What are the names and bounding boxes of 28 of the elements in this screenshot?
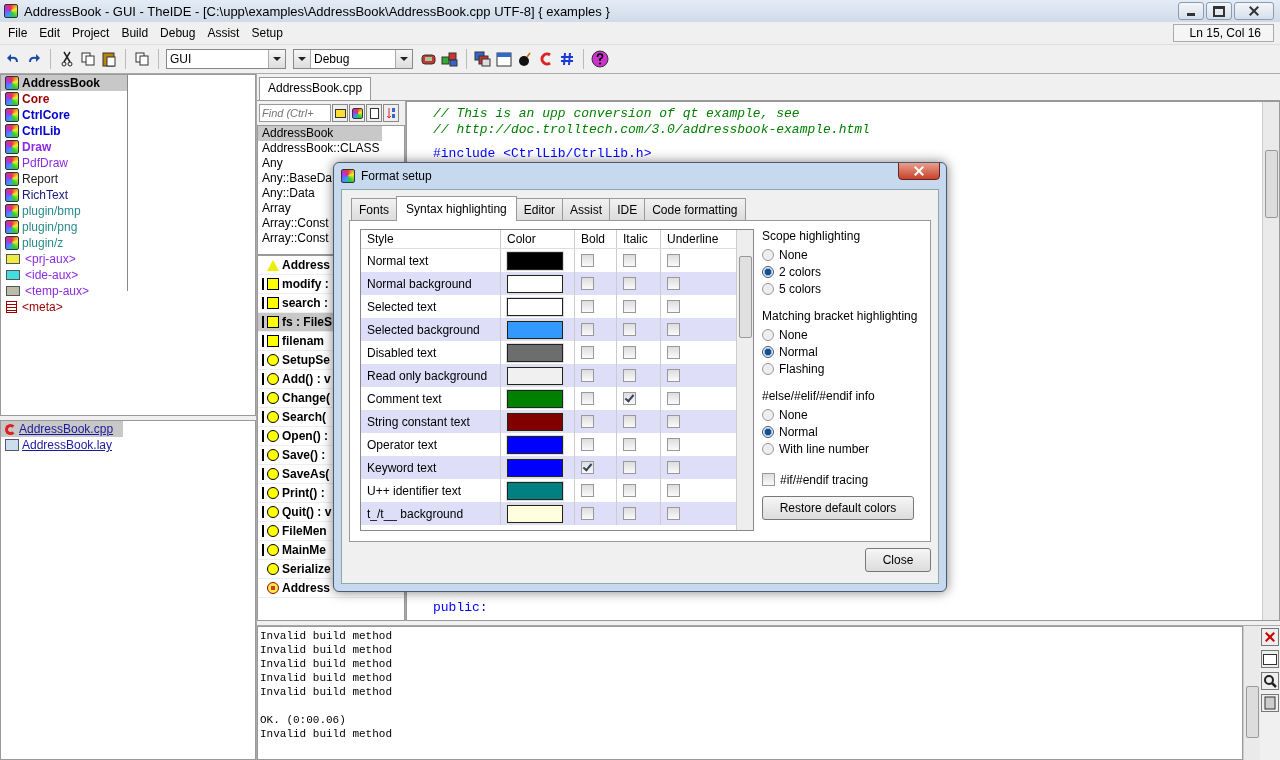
column-header: Bold [575, 230, 617, 248]
console-line: Invalid build method [260, 629, 394, 643]
window-title: AddressBook - GUI - TheIDE - [C:\upp\examples\AddressBook\AddressBook.cpp UTF-8] { examples } [24, 3, 611, 19]
group-label: Matching bracket highlighting [762, 309, 919, 325]
console-line: Invalid build method [260, 685, 394, 699]
column-header: Style [361, 230, 501, 248]
dialog-title: Format setup [361, 169, 432, 183]
code-line: public: [433, 600, 489, 616]
style-name: Selected background [361, 318, 501, 341]
column-header: Italic [617, 230, 661, 248]
console-line: OK. (0:00.06) [260, 713, 347, 727]
style-name: t_/t__ background [361, 502, 501, 525]
console-line: Invalid build method [260, 727, 394, 741]
style-name: Normal background [361, 272, 501, 295]
style-name: Read only background [361, 364, 501, 387]
cursor-position: Ln 15, Col 16 [1172, 24, 1274, 42]
style-name: String constant text [361, 410, 501, 433]
console-line: Invalid build method [260, 671, 394, 685]
column-header: Underline [666, 231, 720, 248]
group-label: Scope highlighting [762, 229, 862, 245]
group-label: #else/#elif/#endif info [762, 389, 876, 405]
code-line: // This is an upp conversion of qt example, see [433, 106, 801, 122]
style-name: Keyword text [361, 456, 501, 479]
column-header: Color [501, 230, 575, 248]
code-line: #include <CtrlLib/CtrlLib.h> [433, 146, 653, 162]
code-line: // http://doc.trolltech.com/3.0/addressbook-example.html [433, 122, 871, 138]
console-line: Invalid build method [260, 657, 394, 671]
console-line: Invalid build method [260, 643, 394, 657]
